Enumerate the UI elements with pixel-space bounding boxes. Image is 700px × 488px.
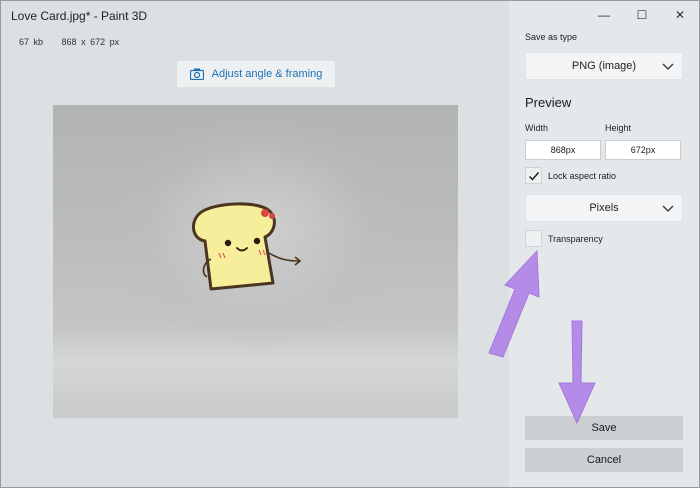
lock-aspect-checkbox[interactable] (525, 167, 542, 184)
width-input[interactable]: 868px (525, 140, 601, 160)
cancel-button[interactable]: Cancel (525, 448, 683, 472)
image-preview-canvas (53, 105, 458, 418)
preview-pane: Love Card.jpg* - Paint 3D 67 kb 868 x 67… (1, 1, 509, 487)
checkmark-icon (528, 171, 539, 181)
adjust-angle-label: Adjust angle & framing (211, 68, 323, 80)
transparency-checkbox[interactable] (525, 230, 542, 247)
adjust-angle-button[interactable]: Adjust angle & framing (177, 61, 335, 87)
units-value: Pixels (589, 202, 619, 214)
transparency-label: Transparency (548, 234, 603, 244)
save-as-type-dropdown[interactable]: PNG (image) (525, 52, 683, 80)
chevron-down-icon (662, 205, 674, 212)
units-dropdown[interactable]: Pixels (525, 194, 683, 222)
save-as-type-value: PNG (image) (571, 60, 637, 72)
lock-aspect-label: Lock aspect ratio (548, 171, 617, 181)
minimize-button[interactable]: — (585, 1, 623, 29)
maximize-button[interactable]: ☐ (623, 1, 661, 29)
height-input[interactable]: 672px (605, 140, 681, 160)
toast-character-image (192, 202, 302, 291)
chevron-down-icon (662, 63, 674, 70)
close-button[interactable]: ✕ (661, 1, 699, 29)
save-dialog-window: Love Card.jpg* - Paint 3D 67 kb 868 x 67… (0, 0, 700, 488)
save-button[interactable]: Save (525, 416, 683, 440)
save-as-type-label: Save as type (525, 32, 578, 42)
height-label: Height (605, 123, 632, 133)
width-label: Width (525, 123, 549, 133)
window-title: Love Card.jpg* - Paint 3D (11, 9, 148, 23)
window-controls: — ☐ ✕ (585, 1, 699, 29)
preview-heading: Preview (525, 95, 572, 110)
camera-icon (189, 68, 204, 80)
file-size: 67 kb (19, 37, 44, 47)
image-dimensions: 868 x 672 px (61, 37, 120, 47)
file-meta: 67 kb 868 x 672 px (19, 37, 133, 47)
